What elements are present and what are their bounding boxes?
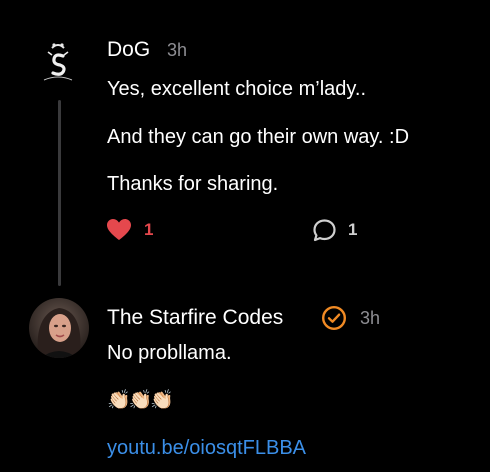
speech-bubble-icon [313,219,336,242]
comment-text: Thanks for sharing. [107,173,279,195]
comment-text: And they can go their own way. :D [107,126,410,148]
verified-check-icon [321,305,347,331]
thread-line [58,100,61,286]
heart-icon [107,219,131,240]
user-photo-avatar[interactable] [29,298,89,358]
avatar-photo [29,298,89,358]
author-name[interactable]: The Starfire Codes [107,306,283,330]
dog-logo-icon [30,34,86,90]
like-count: 1 [144,220,154,239]
comment-text: No probllama. [107,342,232,364]
timestamp[interactable]: 3h [360,308,380,329]
clapping-hands-emoji: 👏🏻👏🏻👏🏻 [107,390,174,411]
timestamp[interactable]: 3h [167,40,187,61]
author-name[interactable]: DoG [107,38,150,62]
youtube-link[interactable]: youtu.be/oiosqtFLBBA [107,437,306,460]
comment-text: Yes, excellent choice m’lady.. [107,78,367,100]
reply-count: 1 [348,220,358,239]
avatar[interactable] [30,34,86,90]
